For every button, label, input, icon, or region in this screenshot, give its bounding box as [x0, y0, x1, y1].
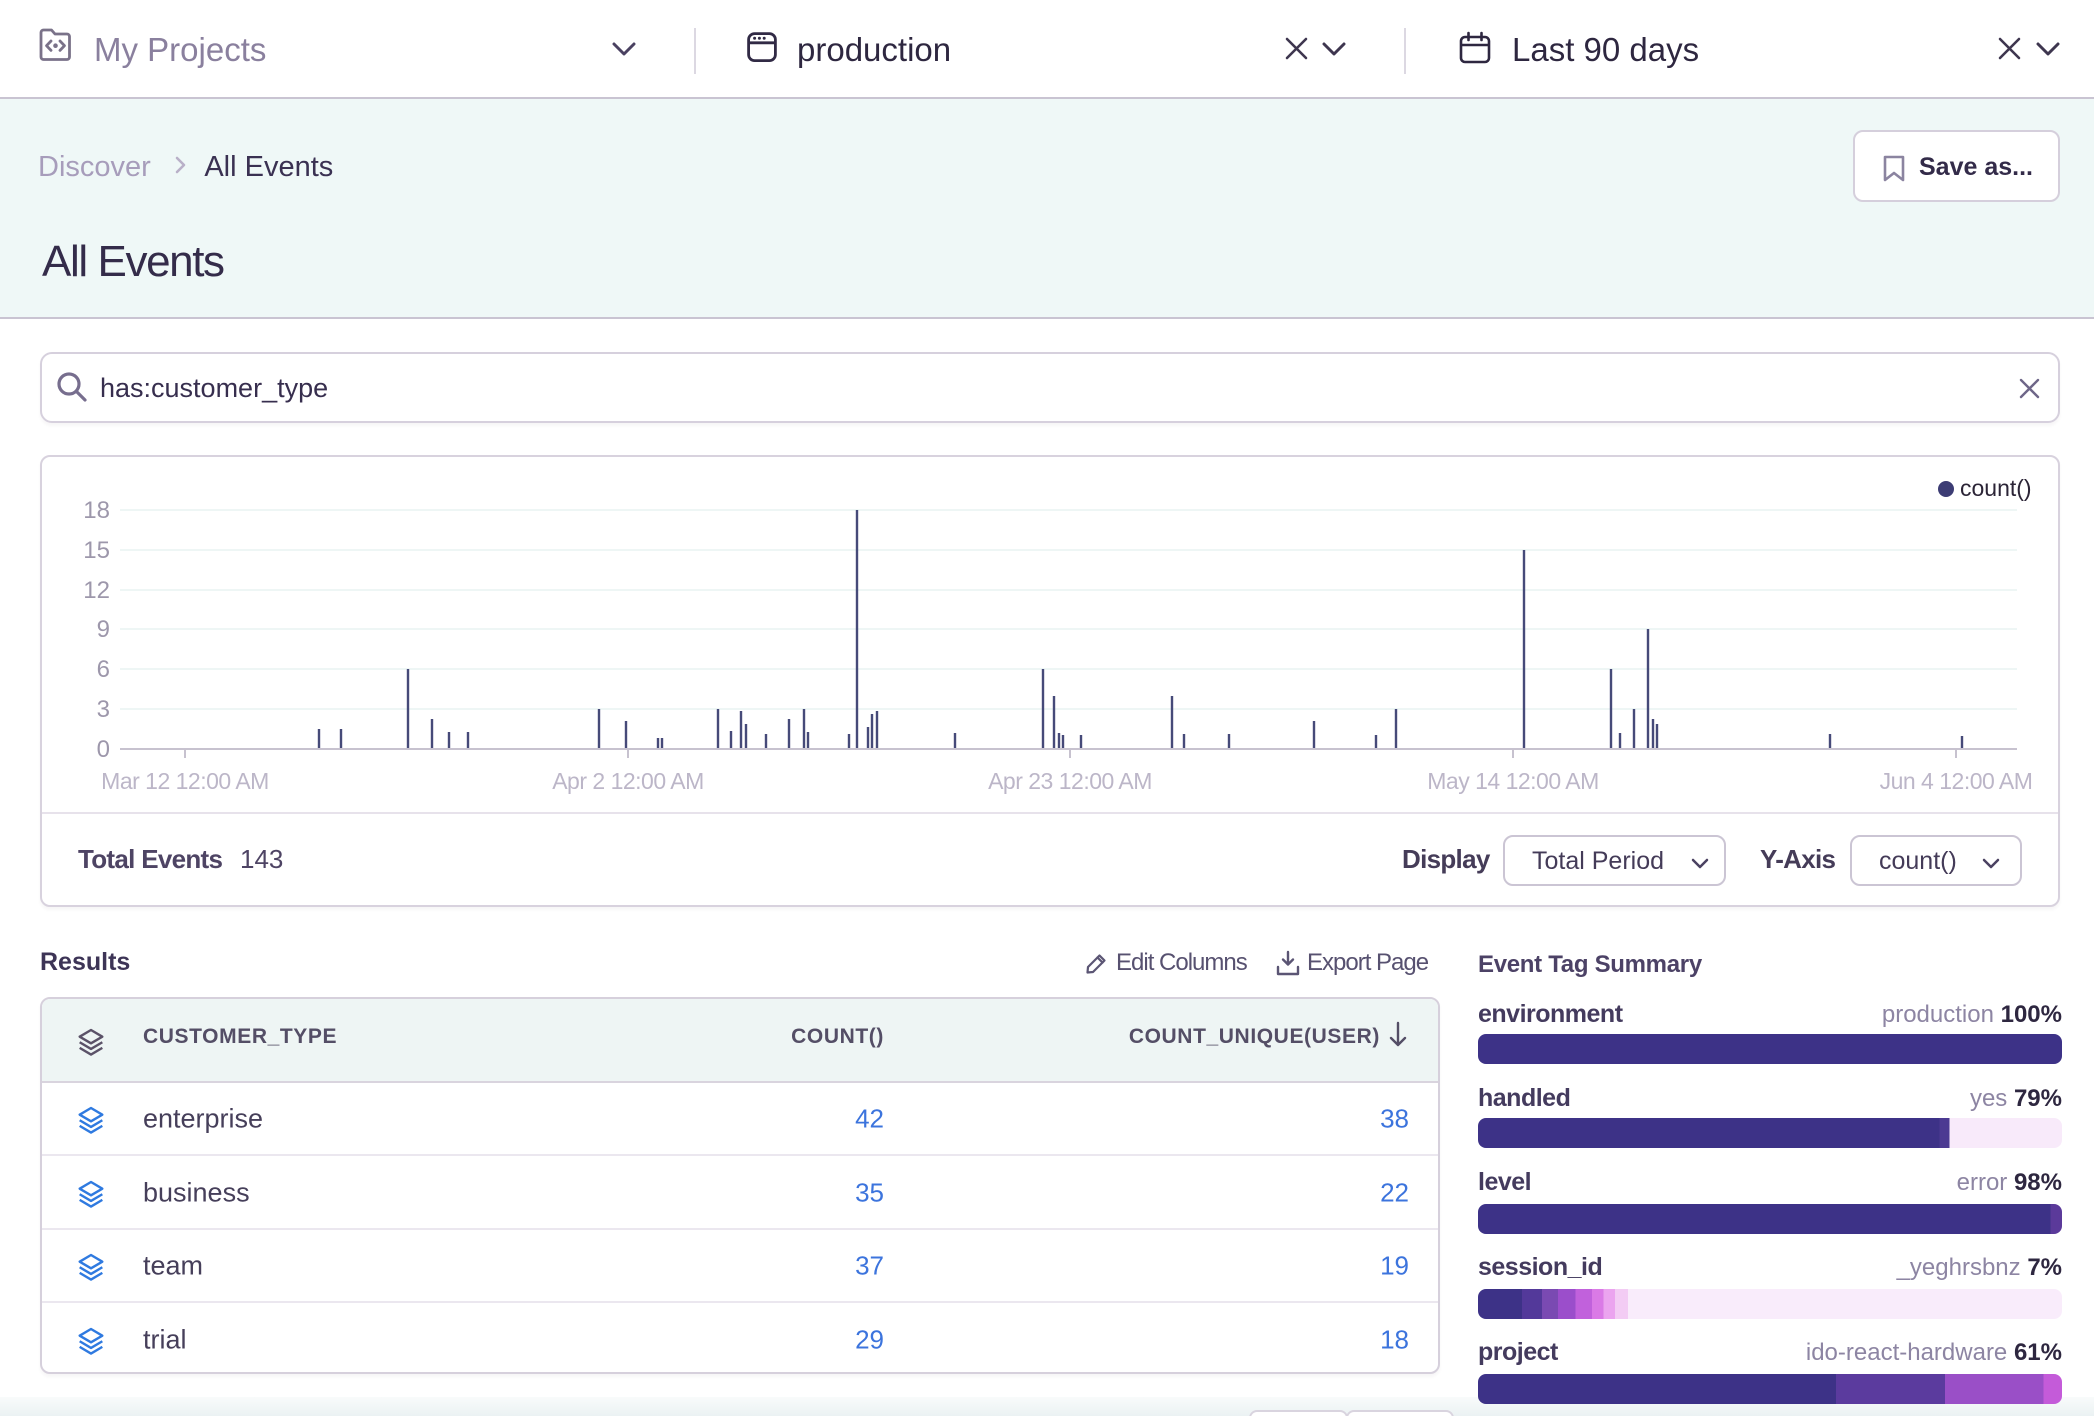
- svg-text:Mar 12 12:00 AM: Mar 12 12:00 AM: [101, 768, 269, 794]
- svg-text:Apr 23 12:00 AM: Apr 23 12:00 AM: [988, 768, 1152, 794]
- svg-text:18: 18: [83, 497, 110, 524]
- svg-text:0: 0: [97, 736, 110, 763]
- svg-text:9: 9: [97, 616, 110, 643]
- svg-text:6: 6: [97, 656, 110, 683]
- svg-text:Jun 4 12:00 AM: Jun 4 12:00 AM: [1880, 768, 2033, 794]
- svg-text:15: 15: [83, 537, 110, 564]
- svg-text:3: 3: [97, 696, 110, 723]
- svg-text:12: 12: [83, 577, 110, 604]
- svg-text:May 14 12:00 AM: May 14 12:00 AM: [1427, 768, 1599, 794]
- svg-text:Apr 2 12:00 AM: Apr 2 12:00 AM: [552, 768, 704, 794]
